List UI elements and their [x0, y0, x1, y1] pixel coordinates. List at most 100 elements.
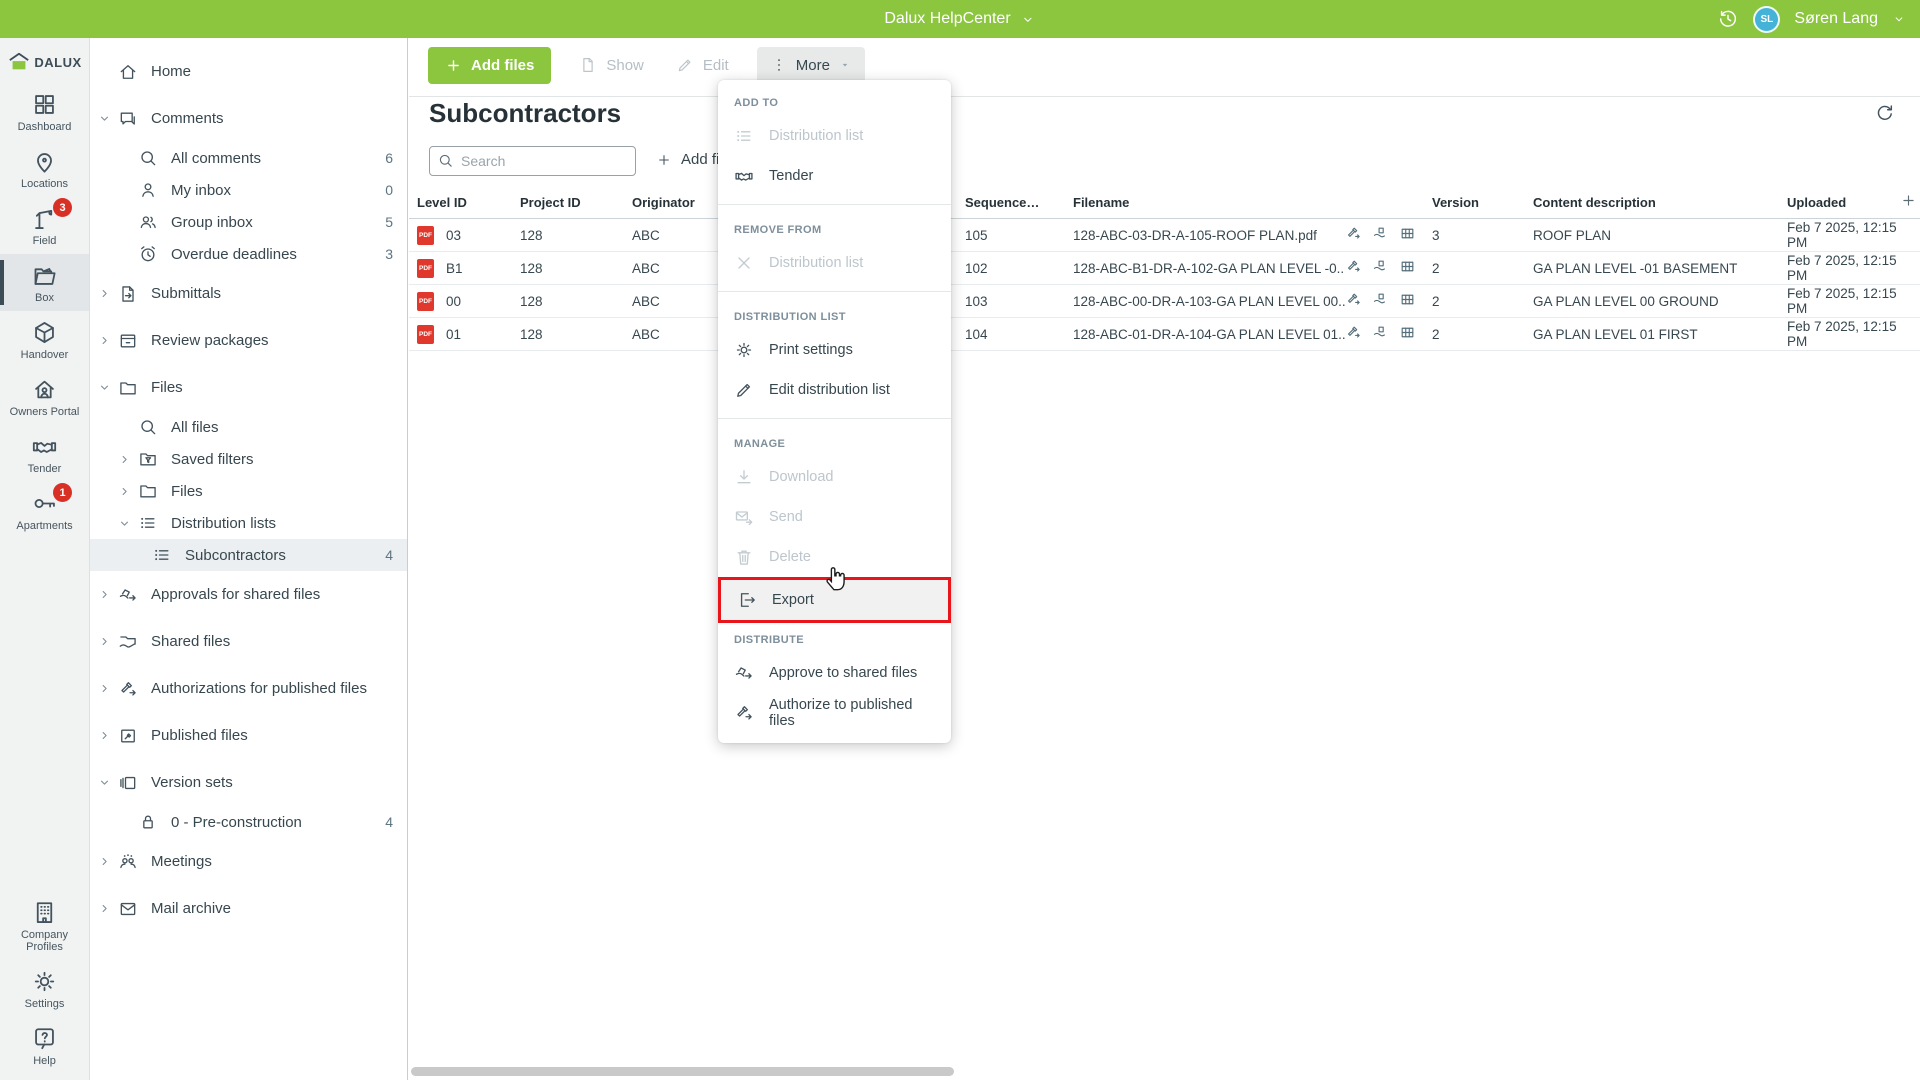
column-header-uploaded[interactable]: Uploaded	[1787, 195, 1900, 210]
rail-item-owners-portal[interactable]: Owners Portal	[0, 368, 89, 425]
cell-level-id: 03	[446, 228, 461, 243]
cell-filename[interactable]: 128-ABC-00-DR-A-103-GA PLAN LEVEL 00...	[1073, 294, 1345, 309]
search-input[interactable]	[429, 146, 636, 176]
column-header-level-id[interactable]: Level ID	[417, 195, 520, 210]
column-header-version[interactable]: Version	[1432, 195, 1533, 210]
nav-item-saved-filters-10[interactable]: Saved filters	[90, 443, 407, 475]
more-button[interactable]: More	[757, 47, 865, 84]
rail-item-handover[interactable]: Handover	[0, 311, 89, 368]
add-files-button[interactable]: Add files	[428, 47, 551, 84]
hammer-action[interactable]	[1345, 291, 1362, 311]
table-row[interactable]: PDF00128ABC103128-ABC-00-DR-A-103-GA PLA…	[409, 285, 1920, 318]
cell-description: GA PLAN LEVEL -01 BASEMENT	[1533, 261, 1787, 276]
rail-item-box[interactable]: Box	[0, 254, 89, 311]
nav-item-published-files[interactable]: Published files	[90, 712, 407, 759]
share-action[interactable]	[1372, 258, 1389, 278]
nav-item-group-inbox-4[interactable]: Group inbox5	[90, 206, 407, 238]
nav-item-0-pre-construction-19[interactable]: 0 - Pre-construction4	[90, 806, 407, 838]
table-row[interactable]: PDF03128ABC105128-ABC-03-DR-A-105-ROOF P…	[409, 219, 1920, 252]
column-header-content-description[interactable]: Content description	[1533, 195, 1787, 210]
add-column-button[interactable]	[1900, 192, 1920, 212]
hammer-action[interactable]	[1345, 225, 1362, 245]
edit-button-disabled: Edit	[672, 56, 733, 74]
cell-version: 3	[1432, 228, 1533, 243]
menu-item-tender[interactable]: Tender	[718, 156, 951, 196]
nav-item-label: Submittals	[151, 285, 221, 302]
table-row[interactable]: PDF01128ABC104128-ABC-01-DR-A-104-GA PLA…	[409, 318, 1920, 351]
hammer-action[interactable]	[1345, 324, 1362, 344]
rail-item-locations[interactable]: Locations	[0, 140, 89, 197]
nav-item-distribution-lists-12[interactable]: Distribution lists	[90, 507, 407, 539]
help-icon	[31, 1025, 58, 1052]
cell-filename[interactable]: 128-ABC-01-DR-A-104-GA PLAN LEVEL 01...	[1073, 327, 1345, 342]
rail-item-tender[interactable]: Tender	[0, 425, 89, 482]
nav-item-review-packages[interactable]: Review packages	[90, 317, 407, 364]
column-header-sequence[interactable]: Sequence…	[965, 195, 1073, 210]
grid-action[interactable]	[1399, 291, 1416, 311]
nav-item-all-comments-2[interactable]: All comments6	[90, 142, 407, 174]
nav-item-overdue-deadlines-5[interactable]: Overdue deadlines3	[90, 238, 407, 270]
rail-item-settings[interactable]: Settings	[0, 960, 89, 1017]
rail-item-field[interactable]: 3Field	[0, 197, 89, 254]
menu-item-label: Edit distribution list	[769, 382, 890, 398]
nav-item-shared-files[interactable]: Shared files	[90, 618, 407, 665]
chevron-down-icon[interactable]	[1892, 12, 1906, 26]
main-content: Add files Show Edit More Subcontractors …	[409, 38, 1920, 1080]
rail-item-company-profiles[interactable]: Company Profiles	[0, 891, 89, 960]
menu-item-approve-to-shared-files[interactable]: Approve to shared files	[718, 653, 951, 693]
cell-filename[interactable]: 128-ABC-B1-DR-A-102-GA PLAN LEVEL -0...	[1073, 261, 1345, 276]
project-switcher[interactable]: Dalux HelpCenter	[884, 0, 1035, 38]
nav-item-subcontractors-13[interactable]: Subcontractors4	[90, 539, 407, 571]
nav-item-approvals-for-shared-files[interactable]: Approvals for shared files	[90, 571, 407, 618]
history-icon[interactable]	[1717, 8, 1739, 30]
owners-icon	[31, 376, 58, 403]
share-action[interactable]	[1372, 225, 1389, 245]
trash-icon	[734, 547, 754, 567]
rail-item-label: Settings	[25, 998, 65, 1010]
menu-item-edit-distribution-list[interactable]: Edit distribution list	[718, 370, 951, 410]
meetings-icon	[118, 852, 138, 872]
column-header-filename[interactable]: Filename	[1073, 195, 1432, 210]
pencil-icon	[676, 56, 694, 74]
nav-item-submittals[interactable]: Submittals	[90, 270, 407, 317]
share-action[interactable]	[1372, 324, 1389, 344]
horizontal-scrollbar[interactable]	[411, 1067, 954, 1076]
chevron-right-icon	[98, 855, 111, 868]
rail-item-dashboard[interactable]: Dashboard	[0, 83, 89, 140]
nav-item-files-11[interactable]: Files	[90, 475, 407, 507]
hammer-action[interactable]	[1345, 258, 1362, 278]
cell-sequence: 102	[965, 261, 1073, 276]
grid-icon	[1399, 291, 1416, 308]
nav-item-home[interactable]: Home	[90, 48, 407, 95]
cell-filename[interactable]: 128-ABC-03-DR-A-105-ROOF PLAN.pdf	[1073, 228, 1345, 243]
rail-item-help[interactable]: Help	[0, 1017, 89, 1074]
nav-item-all-files-9[interactable]: All files	[90, 411, 407, 443]
hammer-icon	[1345, 324, 1362, 341]
grid-action[interactable]	[1399, 225, 1416, 245]
grid-action[interactable]	[1399, 324, 1416, 344]
chevron-right-icon	[98, 902, 111, 915]
rail-item-apartments[interactable]: 1Apartments	[0, 482, 89, 539]
grid-action[interactable]	[1399, 258, 1416, 278]
chevron-right-icon	[98, 287, 111, 300]
column-header-project-id[interactable]: Project ID	[520, 195, 632, 210]
pencil-icon	[734, 380, 754, 400]
nav-item-comments[interactable]: Comments	[90, 95, 407, 142]
dalux-logo[interactable]: DALUX	[0, 38, 89, 83]
approve-icon	[118, 585, 138, 605]
menu-section-header-distribution-list: DISTRIBUTION LIST	[718, 300, 951, 330]
menu-item-authorize-to-published-files[interactable]: Authorize to published files	[718, 693, 951, 733]
nav-item-mail-archive[interactable]: Mail archive	[90, 885, 407, 932]
nav-item-files[interactable]: Files	[90, 364, 407, 411]
nav-item-version-sets[interactable]: Version sets	[90, 759, 407, 806]
refresh-button[interactable]	[1874, 102, 1896, 129]
nav-item-my-inbox-3[interactable]: My inbox0	[90, 174, 407, 206]
nav-item-authorizations-for-published-files[interactable]: Authorizations for published files	[90, 665, 407, 712]
share-action[interactable]	[1372, 291, 1389, 311]
menu-item-print-settings[interactable]: Print settings	[718, 330, 951, 370]
table-row[interactable]: PDFB1128ABC102128-ABC-B1-DR-A-102-GA PLA…	[409, 252, 1920, 285]
nav-item-meetings[interactable]: Meetings	[90, 838, 407, 885]
nav-item-label: Subcontractors	[185, 547, 286, 564]
authorize-icon	[118, 679, 138, 699]
avatar[interactable]: SL	[1753, 6, 1780, 33]
